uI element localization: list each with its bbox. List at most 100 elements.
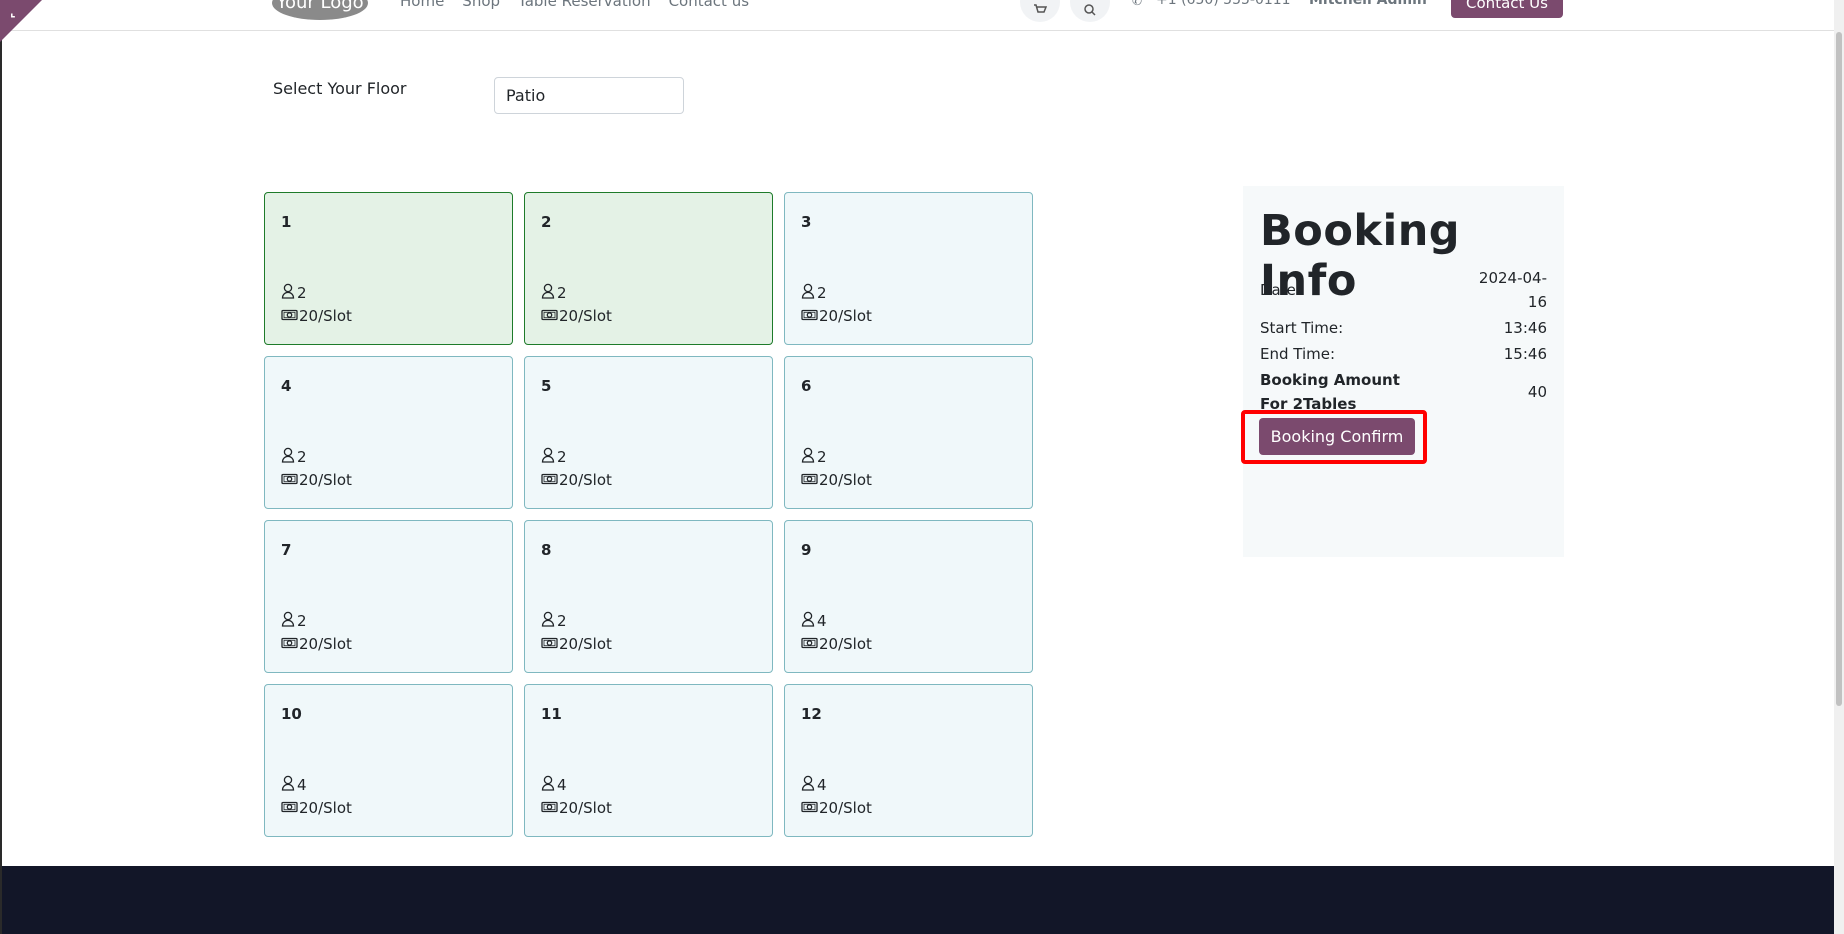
cash-icon	[541, 635, 558, 653]
cash-icon	[801, 799, 818, 817]
footer	[2, 866, 1834, 934]
table-price: 20/Slot	[281, 471, 352, 489]
nav-link-home[interactable]: Home	[400, 0, 444, 10]
person-icon	[281, 447, 295, 467]
cash-icon	[801, 307, 818, 325]
table-card[interactable]: 8 2 20/Slot	[524, 520, 773, 673]
cash-icon	[281, 307, 298, 325]
table-number: 1	[281, 213, 292, 231]
table-price-value: 20/Slot	[559, 471, 612, 489]
table-seats: 2	[541, 447, 567, 467]
table-seat-count: 2	[297, 284, 307, 302]
page-scrollbar[interactable]	[1834, 0, 1844, 934]
table-card[interactable]: 2 2 20/Slot	[524, 192, 773, 345]
table-seat-count: 2	[557, 284, 567, 302]
table-price: 20/Slot	[541, 307, 612, 325]
person-icon	[801, 283, 815, 303]
table-seat-count: 2	[297, 448, 307, 466]
table-seats: 2	[281, 283, 307, 303]
cart-icon	[1034, 4, 1047, 13]
table-price-value: 20/Slot	[819, 635, 872, 653]
table-card[interactable]: 11 4 20/Slot	[524, 684, 773, 837]
table-number: 11	[541, 705, 562, 723]
contact-us-button[interactable]: Contact Us	[1451, 0, 1563, 18]
table-seats: 4	[801, 775, 827, 795]
table-seats: 2	[801, 283, 827, 303]
cash-icon	[281, 635, 298, 653]
booking-end-label: End Time:	[1260, 345, 1336, 363]
table-seat-count: 4	[817, 612, 827, 630]
table-card[interactable]: 4 2 20/Slot	[264, 356, 513, 509]
table-number: 3	[801, 213, 812, 231]
table-number: 2	[541, 213, 552, 231]
table-card[interactable]: 9 4 20/Slot	[784, 520, 1033, 673]
table-seats: 2	[541, 611, 567, 631]
booking-date-value: 2024-04-16	[1478, 269, 1547, 311]
table-number: 10	[281, 705, 302, 723]
person-icon	[281, 775, 295, 795]
table-price: 20/Slot	[801, 635, 872, 653]
table-price: 20/Slot	[281, 799, 352, 817]
table-card[interactable]: 6 2 20/Slot	[784, 356, 1033, 509]
booking-amount-row: Booking Amount For 2Tables 40	[1260, 368, 1547, 416]
table-price: 20/Slot	[541, 471, 612, 489]
table-price: 20/Slot	[801, 471, 872, 489]
table-card[interactable]: 12 4 20/Slot	[784, 684, 1033, 837]
table-card[interactable]: 5 2 20/Slot	[524, 356, 773, 509]
table-price: 20/Slot	[801, 307, 872, 325]
table-seats: 4	[281, 775, 307, 795]
table-price: 20/Slot	[541, 635, 612, 653]
table-price-value: 20/Slot	[299, 307, 352, 325]
table-card[interactable]: 1 2 20/Slot	[264, 192, 513, 345]
person-icon	[281, 283, 295, 303]
table-price-value: 20/Slot	[559, 307, 612, 325]
table-seat-count: 2	[817, 284, 827, 302]
table-seat-count: 4	[297, 776, 307, 794]
floor-select[interactable]: Patio	[494, 77, 684, 114]
tables-grid: 1 2 20/Slot 2 2 20/Slot 3 2 20/Slot 4 2 20/Slot 5 2 20…	[264, 192, 1033, 837]
top-navbar: Your Logo Home Shop Table Reservation Co…	[0, 0, 1834, 31]
cash-icon	[541, 471, 558, 489]
nav-link-shop[interactable]: Shop	[462, 0, 500, 10]
table-seat-count: 2	[817, 448, 827, 466]
nav-menu: Home Shop Table Reservation Contact us	[400, 0, 749, 10]
person-icon	[541, 283, 555, 303]
person-icon	[541, 775, 555, 795]
phone-icon: ✆	[1132, 0, 1143, 8]
cash-icon	[541, 307, 558, 325]
scrollbar-thumb[interactable]	[1836, 32, 1842, 706]
table-seats: 2	[281, 447, 307, 467]
search-button[interactable]	[1070, 0, 1110, 22]
nav-phone-number[interactable]: +1 (650) 555-0111	[1156, 0, 1291, 8]
cash-icon	[541, 799, 558, 817]
table-seat-count: 2	[557, 448, 567, 466]
table-seats: 2	[541, 283, 567, 303]
booking-end-row: End Time: 15:46	[1260, 342, 1547, 366]
table-card[interactable]: 10 4 20/Slot	[264, 684, 513, 837]
table-price-value: 20/Slot	[299, 635, 352, 653]
table-price: 20/Slot	[281, 307, 352, 325]
table-card[interactable]: 3 2 20/Slot	[784, 192, 1033, 345]
table-price-value: 20/Slot	[299, 799, 352, 817]
nav-link-table-reservation[interactable]: Table Reservation	[518, 0, 651, 10]
booking-confirm-button[interactable]: Booking Confirm	[1259, 418, 1415, 455]
person-icon	[801, 611, 815, 631]
table-seats: 2	[281, 611, 307, 631]
table-seat-count: 4	[817, 776, 827, 794]
table-card[interactable]: 7 2 20/Slot	[264, 520, 513, 673]
corner-ribbon	[0, 0, 42, 42]
site-logo[interactable]: Your Logo	[272, 0, 368, 20]
booking-start-label: Start Time:	[1260, 319, 1344, 337]
person-icon	[541, 611, 555, 631]
table-number: 4	[281, 377, 292, 395]
table-number: 12	[801, 705, 822, 723]
table-seat-count: 2	[297, 612, 307, 630]
table-price: 20/Slot	[281, 635, 352, 653]
nav-user-menu[interactable]: Mitchell Admin	[1309, 0, 1427, 8]
nav-link-contact-us[interactable]: Contact us	[669, 0, 749, 10]
cart-button[interactable]	[1020, 0, 1060, 22]
table-number: 9	[801, 541, 812, 559]
cash-icon	[801, 635, 818, 653]
table-seat-count: 2	[557, 612, 567, 630]
table-price: 20/Slot	[541, 799, 612, 817]
